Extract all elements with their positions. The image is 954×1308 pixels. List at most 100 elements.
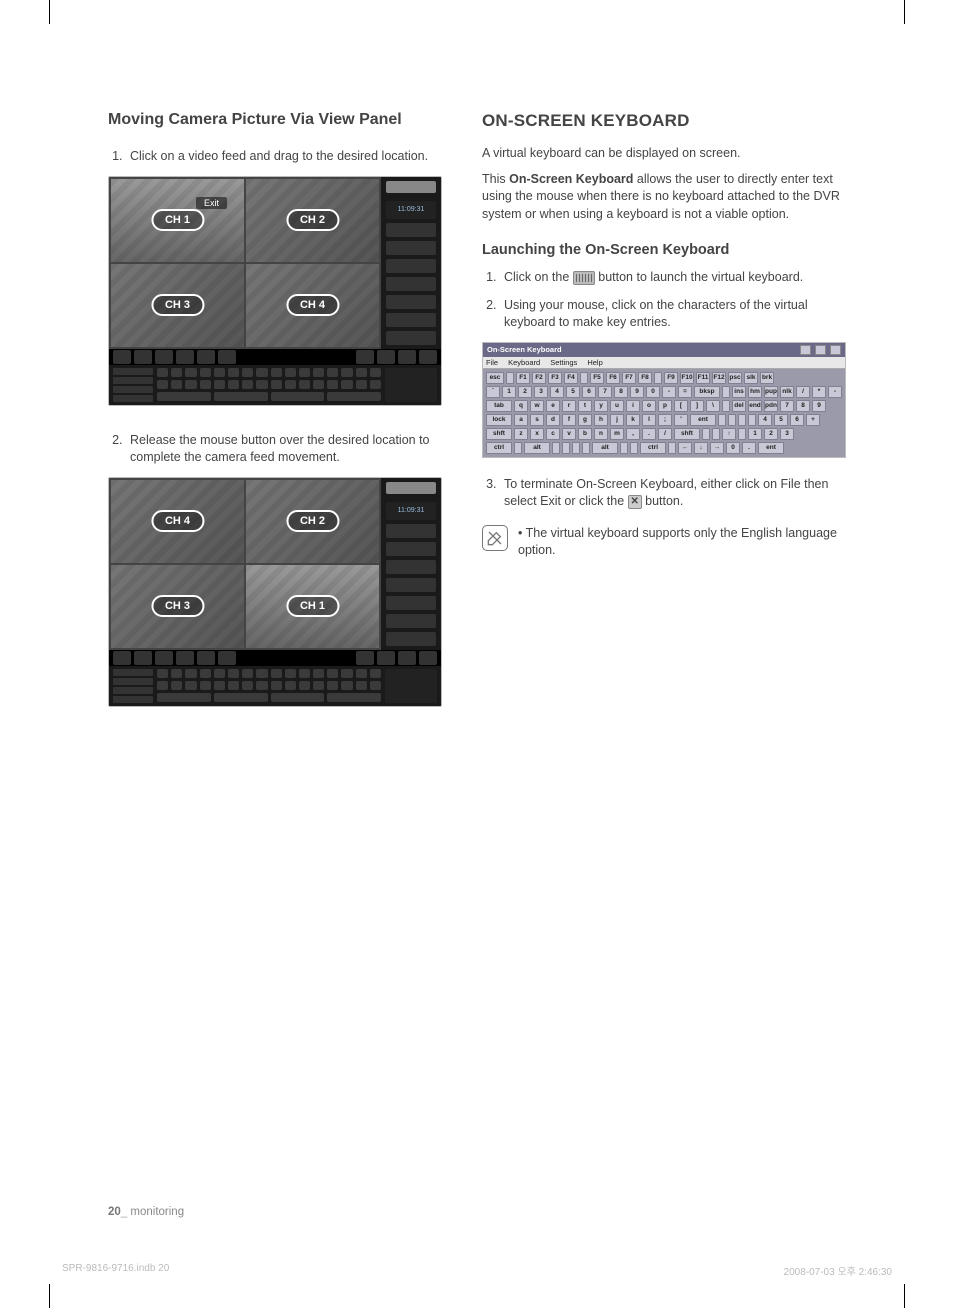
osk-key[interactable]: slk xyxy=(744,372,758,384)
osk-key[interactable]: . xyxy=(742,442,756,454)
osk-menu-help[interactable]: Help xyxy=(587,358,602,367)
osk-key[interactable]: c xyxy=(546,428,560,440)
osk-key[interactable]: - xyxy=(662,386,676,398)
osk-key[interactable]: psc xyxy=(728,372,742,384)
osk-key[interactable]: q xyxy=(514,400,528,412)
osk-key[interactable]: F11 xyxy=(696,372,710,384)
osk-key[interactable] xyxy=(668,442,676,454)
osk-key[interactable]: 9 xyxy=(812,400,826,412)
osk-key[interactable] xyxy=(654,372,662,384)
osk-key[interactable]: ctrl xyxy=(486,442,512,454)
osk-key[interactable]: lock xyxy=(486,414,512,426)
osk-key[interactable]: 1 xyxy=(502,386,516,398)
maximize-button[interactable] xyxy=(815,345,826,355)
osk-key[interactable] xyxy=(630,442,638,454)
osk-key[interactable]: 6 xyxy=(790,414,804,426)
osk-key[interactable]: tab xyxy=(486,400,512,412)
osk-key[interactable]: + xyxy=(806,414,820,426)
osk-menu-file[interactable]: File xyxy=(486,358,498,367)
osk-key[interactable]: 1 xyxy=(748,428,762,440)
osk-key[interactable]: a xyxy=(514,414,528,426)
osk-key[interactable]: y xyxy=(594,400,608,412)
osk-key[interactable]: F5 xyxy=(590,372,604,384)
osk-key[interactable] xyxy=(582,442,590,454)
osk-key[interactable]: shft xyxy=(674,428,700,440)
osk-key[interactable] xyxy=(572,442,580,454)
osk-key[interactable]: F3 xyxy=(548,372,562,384)
osk-key[interactable]: ent xyxy=(690,414,716,426)
osk-key[interactable]: x xyxy=(530,428,544,440)
osk-key[interactable]: esc xyxy=(486,372,504,384)
osk-key[interactable] xyxy=(748,414,756,426)
osk-key[interactable]: \ xyxy=(706,400,720,412)
osk-key[interactable] xyxy=(722,400,730,412)
osk-key[interactable]: ; xyxy=(658,414,672,426)
osk-key[interactable]: , xyxy=(626,428,640,440)
osk-key[interactable]: ent xyxy=(758,442,784,454)
osk-key[interactable]: l xyxy=(642,414,656,426)
osk-key[interactable]: 8 xyxy=(796,400,810,412)
osk-key[interactable]: t xyxy=(578,400,592,412)
osk-key[interactable]: j xyxy=(610,414,624,426)
osk-key[interactable]: F12 xyxy=(712,372,726,384)
osk-key[interactable]: F7 xyxy=(622,372,636,384)
osk-key[interactable]: F2 xyxy=(532,372,546,384)
osk-key[interactable] xyxy=(702,428,710,440)
osk-key[interactable]: shft xyxy=(486,428,512,440)
osk-menu-settings[interactable]: Settings xyxy=(550,358,577,367)
osk-key[interactable]: * xyxy=(812,386,826,398)
osk-key[interactable]: [ xyxy=(674,400,688,412)
osk-key[interactable]: 7 xyxy=(780,400,794,412)
osk-key[interactable]: h xyxy=(594,414,608,426)
osk-key[interactable] xyxy=(738,428,746,440)
osk-key[interactable]: end xyxy=(748,400,762,412)
osk-key[interactable]: F1 xyxy=(516,372,530,384)
osk-key[interactable]: alt xyxy=(524,442,550,454)
close-button[interactable] xyxy=(830,345,841,355)
osk-key[interactable]: / xyxy=(658,428,672,440)
osk-key[interactable] xyxy=(728,414,736,426)
osk-key[interactable]: z xyxy=(514,428,528,440)
osk-key[interactable] xyxy=(580,372,588,384)
osk-key[interactable] xyxy=(552,442,560,454)
osk-key[interactable]: ins xyxy=(732,386,746,398)
osk-key[interactable]: d xyxy=(546,414,560,426)
osk-key[interactable]: . xyxy=(642,428,656,440)
osk-key[interactable]: F9 xyxy=(664,372,678,384)
osk-key[interactable]: 0 xyxy=(726,442,740,454)
osk-key[interactable]: g xyxy=(578,414,592,426)
osk-key[interactable] xyxy=(506,372,514,384)
osk-key[interactable] xyxy=(514,442,522,454)
osk-key[interactable]: r xyxy=(562,400,576,412)
osk-key[interactable]: 8 xyxy=(614,386,628,398)
osk-key[interactable]: 3 xyxy=(780,428,794,440)
osk-key[interactable]: nlk xyxy=(780,386,794,398)
osk-key[interactable]: ↓ xyxy=(694,442,708,454)
osk-key[interactable]: → xyxy=(710,442,724,454)
osk-key[interactable]: 9 xyxy=(630,386,644,398)
osk-key[interactable]: alt xyxy=(592,442,618,454)
osk-key[interactable]: b xyxy=(578,428,592,440)
osk-key[interactable]: w xyxy=(530,400,544,412)
osk-key[interactable]: pdn xyxy=(764,400,778,412)
osk-key[interactable]: = xyxy=(678,386,692,398)
osk-key[interactable] xyxy=(712,428,720,440)
osk-key[interactable]: p xyxy=(658,400,672,412)
osk-key[interactable]: v xyxy=(562,428,576,440)
osk-key[interactable]: 4 xyxy=(758,414,772,426)
osk-key[interactable] xyxy=(738,414,746,426)
osk-key[interactable]: / xyxy=(796,386,810,398)
osk-key[interactable]: u xyxy=(610,400,624,412)
osk-key[interactable]: brk xyxy=(760,372,774,384)
osk-key[interactable]: pup xyxy=(764,386,778,398)
osk-key[interactable]: ' xyxy=(674,414,688,426)
osk-key[interactable]: 7 xyxy=(598,386,612,398)
osk-key[interactable]: F6 xyxy=(606,372,620,384)
osk-key[interactable]: k xyxy=(626,414,640,426)
osk-key[interactable]: ] xyxy=(690,400,704,412)
osk-key[interactable]: bksp xyxy=(694,386,720,398)
osk-key[interactable]: 0 xyxy=(646,386,660,398)
osk-key[interactable]: F8 xyxy=(638,372,652,384)
osk-key[interactable]: f xyxy=(562,414,576,426)
osk-key[interactable]: - xyxy=(828,386,842,398)
